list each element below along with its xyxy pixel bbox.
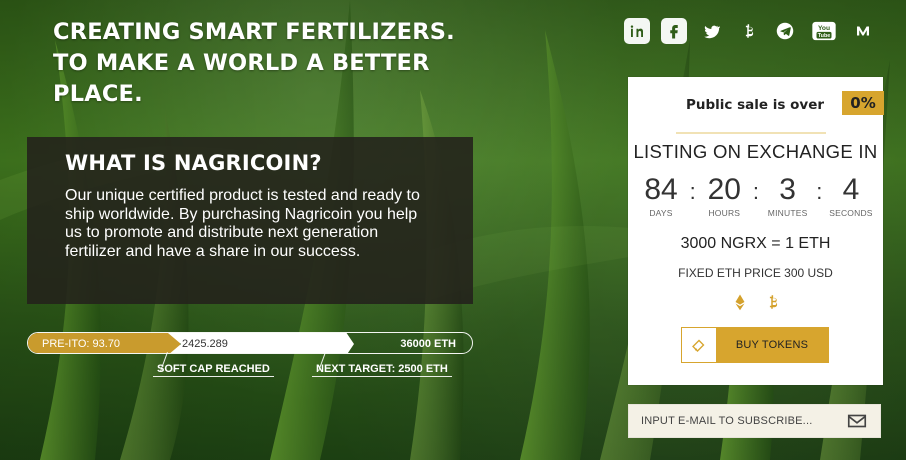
- ethereum-icon: [731, 293, 749, 316]
- target-label: 36000 ETH: [400, 338, 456, 350]
- twitter-icon[interactable]: [698, 18, 724, 44]
- headline-line-1: CREATING SMART FERTILIZERS.: [53, 19, 455, 45]
- countdown-hours-value: 20: [707, 173, 741, 206]
- pre-ito-segment: PRE-ITO: 93.70: [28, 333, 180, 353]
- countdown-minutes-value: 3: [779, 173, 796, 206]
- token-sale-card: Public sale is over 0% LISTING ON EXCHAN…: [628, 77, 884, 385]
- countdown-minutes: 3 MINUTES: [763, 173, 813, 219]
- subscribe-email-input[interactable]: [629, 406, 834, 436]
- what-is-body: Our unique certified product is tested a…: [65, 187, 420, 260]
- youtube-icon[interactable]: You Tube: [809, 18, 839, 44]
- subscribe-form: [628, 404, 881, 438]
- sale-header: Public sale is over 0%: [628, 77, 884, 137]
- countdown-separator: :: [816, 179, 823, 204]
- countdown-days: 84 DAYS: [636, 173, 686, 219]
- buy-tokens-button[interactable]: BUY TOKENS: [681, 327, 829, 363]
- exchange-rate: 3000 NGRX = 1 ETH: [680, 235, 831, 252]
- countdown-minutes-label: MINUTES: [767, 208, 808, 218]
- social-links: You Tube: [624, 18, 876, 44]
- medium-icon[interactable]: [850, 18, 876, 44]
- progress-bar: PRE-ITO: 93.70 2425.289 36000 ETH: [27, 332, 473, 354]
- countdown-days-value: 84: [644, 173, 678, 206]
- buy-tokens-label: BUY TOKENS: [735, 339, 809, 351]
- sale-status: Public sale is over: [686, 97, 825, 113]
- countdown-seconds-label: SECONDS: [829, 208, 873, 218]
- soft-cap-reached-label: SOFT CAP REACHED: [153, 363, 274, 377]
- fundraising-progress: PRE-ITO: 93.70 2425.289 36000 ETH: [27, 332, 473, 354]
- bitcoin-icon: [763, 293, 781, 316]
- pre-ito-label: PRE-ITO: 93.70: [42, 338, 121, 350]
- what-is-panel: WHAT IS NAGRICOIN? Our unique certified …: [27, 137, 473, 304]
- countdown-separator: :: [752, 179, 760, 204]
- next-target-label: NEXT TARGET: 2500 ETH: [312, 363, 452, 377]
- what-is-title: WHAT IS NAGRICOIN?: [65, 151, 322, 175]
- countdown-hours: 20 HOURS: [699, 173, 749, 219]
- hero-headline: CREATING SMART FERTILIZERS. TO MAKE A WO…: [53, 17, 493, 110]
- countdown: 84 DAYS : 20 HOURS : 3 MINUTES : 4 SECON…: [636, 173, 876, 219]
- raised-label: 2425.289: [182, 338, 228, 350]
- svg-text:Tube: Tube: [818, 33, 831, 39]
- telegram-icon[interactable]: [772, 18, 798, 44]
- sale-percent-badge: 0%: [842, 91, 884, 115]
- headline-line-3: PLACE.: [53, 81, 143, 107]
- svg-text:You: You: [818, 25, 830, 32]
- listing-title: LISTING ON EXCHANGE IN: [633, 141, 878, 162]
- payment-coins: [628, 293, 883, 316]
- mail-icon[interactable]: [834, 404, 880, 438]
- countdown-separator: :: [689, 179, 696, 204]
- sale-divider: [676, 132, 826, 134]
- countdown-seconds-value: 4: [842, 173, 860, 206]
- countdown-hours-label: HOURS: [708, 208, 741, 218]
- headline-line-2: TO MAKE A WORLD A BETTER: [53, 50, 430, 76]
- target-segment: 36000 ETH: [400, 333, 456, 353]
- raised-segment: 2425.289: [168, 333, 354, 353]
- facebook-icon[interactable]: [661, 18, 687, 44]
- fixed-eth-price: FIXED ETH PRICE 300 USD: [678, 266, 833, 280]
- countdown-seconds: 4 SECONDS: [826, 173, 876, 219]
- countdown-days-label: DAYS: [649, 208, 673, 218]
- ticket-icon: [682, 328, 716, 362]
- linkedin-icon[interactable]: [624, 18, 650, 44]
- bitcoin-icon[interactable]: [735, 18, 761, 44]
